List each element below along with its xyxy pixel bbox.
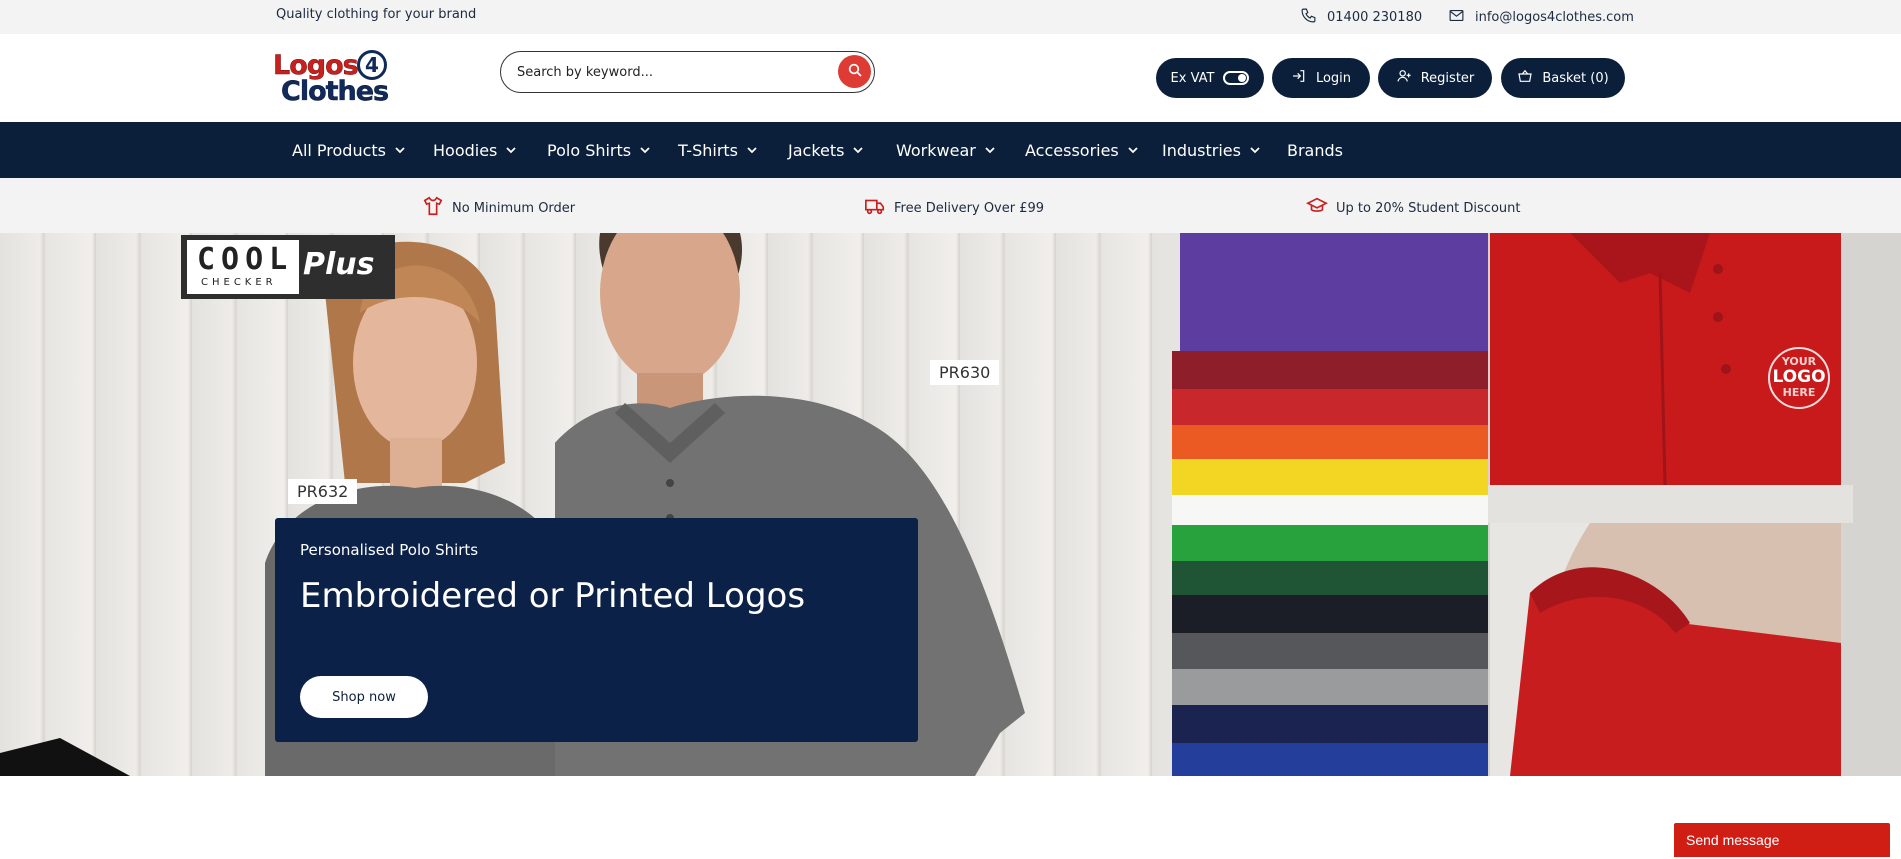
nav-item-label: Workwear — [896, 140, 976, 160]
usp-label: No Minimum Order — [452, 200, 576, 216]
promo-subtitle: Personalised Polo Shirts — [300, 541, 479, 559]
nav-item-label: Polo Shirts — [547, 140, 632, 160]
nav-item-label: Brands — [1287, 140, 1343, 160]
nav-item-t-shirts[interactable]: T-Shirts — [678, 122, 758, 178]
chevron-down-icon — [394, 141, 406, 160]
badge-line-2: LOGO — [1772, 367, 1826, 387]
shop-now-button[interactable]: Shop now — [300, 676, 428, 718]
basket-button[interactable]: Basket (0) — [1501, 58, 1625, 98]
your-logo-here-badge: YOUR LOGO HERE — [1768, 347, 1830, 409]
nav-item-industries[interactable]: Industries — [1162, 122, 1261, 178]
usp-no-minimum: No Minimum Order — [422, 195, 575, 221]
chevron-down-icon — [984, 141, 996, 160]
phone-contact[interactable]: 01400 230180 — [1300, 7, 1422, 28]
badge-line-3: HERE — [1782, 386, 1816, 399]
chevron-down-icon — [1249, 141, 1261, 160]
nav-item-label: Industries — [1162, 140, 1241, 160]
search-button[interactable] — [838, 55, 871, 88]
login-button[interactable]: Login — [1272, 58, 1370, 98]
vat-label: Ex VAT — [1170, 70, 1215, 86]
top-utility-bar: Quality clothing for your brand 01400 23… — [0, 0, 1901, 34]
nav-item-accessories[interactable]: Accessories — [1025, 122, 1139, 178]
nav-item-label: Hoodies — [433, 140, 498, 160]
phone-number[interactable]: 01400 230180 — [1327, 10, 1422, 25]
cool-text: COOL — [197, 242, 294, 277]
nav-item-label: T-Shirts — [678, 140, 739, 160]
main-nav: All Products Hoodies Polo Shirts T-Shirt… — [0, 122, 1901, 178]
basket-label: Basket (0) — [1542, 70, 1609, 86]
mail-icon — [1448, 7, 1465, 28]
stacked-polo-shirts-image — [1162, 233, 1488, 776]
nav-item-workwear[interactable]: Workwear — [896, 122, 996, 178]
send-message-chat-widget[interactable]: Send message — [1674, 823, 1890, 857]
graduation-cap-icon — [1305, 195, 1329, 221]
nav-item-label: Jackets — [788, 140, 845, 160]
phone-icon — [1300, 7, 1317, 28]
panel-gap — [1488, 485, 1853, 523]
nav-item-hoodies[interactable]: Hoodies — [433, 122, 517, 178]
chevron-down-icon — [746, 141, 758, 160]
nav-item-jackets[interactable]: Jackets — [788, 122, 864, 178]
product-code-tag-pr630: PR630 — [930, 360, 1000, 385]
register-label: Register — [1420, 70, 1475, 86]
email-address[interactable]: info@logos4clothes.com — [1475, 10, 1634, 25]
product-code-tag-pr632: PR632 — [288, 479, 358, 504]
cool-checker-plus-logo: COOL CHECKER Plus — [181, 235, 395, 299]
search-bar — [500, 51, 875, 93]
promo-title: Embroidered or Printed Logos — [300, 576, 806, 616]
email-contact[interactable]: info@logos4clothes.com — [1448, 7, 1634, 28]
login-icon — [1291, 68, 1307, 88]
cool-checker-box: COOL CHECKER — [187, 240, 299, 294]
tagline: Quality clothing for your brand — [276, 7, 477, 22]
site-logo[interactable]: Logos 4 Clothes — [273, 50, 395, 108]
logo-text-bottom: Clothes — [281, 76, 390, 108]
chevron-down-icon — [505, 141, 517, 160]
nav-item-all-products[interactable]: All Products — [292, 122, 406, 178]
usp-label: Up to 20% Student Discount — [1336, 200, 1521, 216]
checker-text: CHECKER — [201, 277, 277, 288]
truck-icon — [864, 195, 886, 221]
usp-student-discount: Up to 20% Student Discount — [1305, 195, 1521, 221]
search-icon — [847, 62, 863, 82]
search-input[interactable] — [517, 60, 817, 84]
red-polo-side-image — [1490, 523, 1841, 776]
tshirt-icon — [422, 195, 444, 221]
add-user-icon — [1396, 68, 1412, 88]
toggle-switch-icon — [1223, 71, 1250, 85]
usp-free-delivery: Free Delivery Over £99 — [864, 195, 1044, 221]
usp-bar: No Minimum Order Free Delivery Over £99 … — [0, 178, 1901, 233]
usp-label: Free Delivery Over £99 — [894, 200, 1045, 216]
nav-item-polo-shirts[interactable]: Polo Shirts — [547, 122, 651, 178]
register-button[interactable]: Register — [1378, 58, 1492, 98]
login-label: Login — [1315, 70, 1352, 86]
chevron-down-icon — [852, 141, 864, 160]
chevron-down-icon — [1127, 141, 1139, 160]
corner-shape — [0, 738, 130, 776]
vat-toggle-button[interactable]: Ex VAT — [1156, 58, 1264, 98]
nav-item-label: All Products — [292, 140, 387, 160]
basket-icon — [1517, 68, 1533, 88]
hero-promo-panel: Personalised Polo Shirts Embroidered or … — [275, 518, 918, 742]
nav-item-brands[interactable]: Brands — [1287, 122, 1343, 178]
chevron-down-icon — [639, 141, 651, 160]
plus-text: Plus — [303, 247, 375, 282]
nav-item-label: Accessories — [1025, 140, 1119, 160]
